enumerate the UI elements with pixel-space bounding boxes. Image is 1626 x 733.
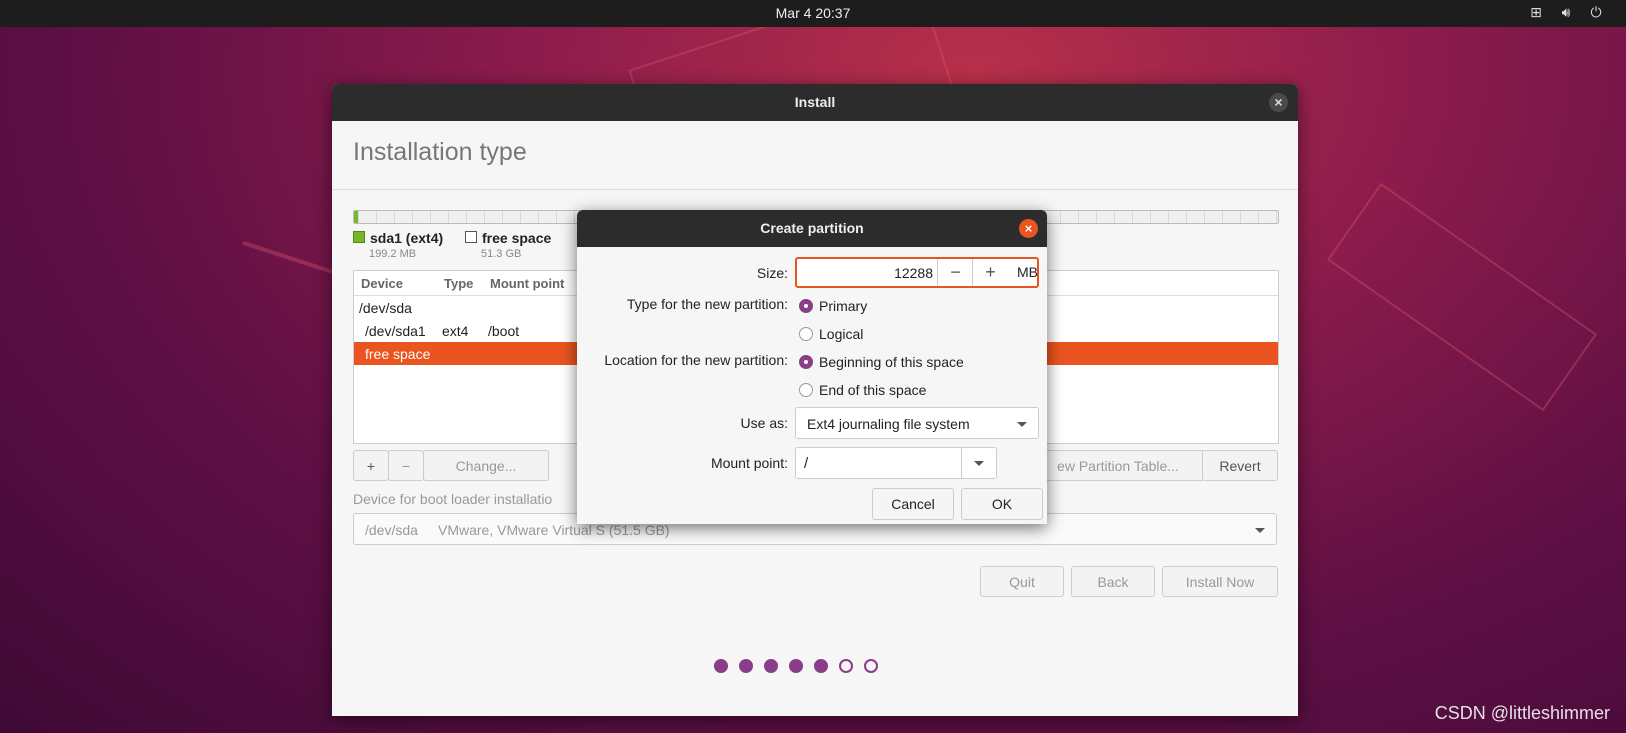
- new-partition-table-button[interactable]: ew Partition Table...: [1032, 450, 1204, 481]
- mount-point-input[interactable]: /: [804, 455, 808, 472]
- chevron-down-icon: [1017, 422, 1027, 427]
- use-as-select[interactable]: Ext4 journaling file system: [795, 407, 1039, 439]
- column-type[interactable]: Type: [444, 276, 473, 291]
- location-label: Location for the new partition:: [604, 352, 788, 368]
- legend-free-space: free space 51.3 GB: [465, 230, 551, 260]
- radio-primary[interactable]: Primary: [799, 298, 867, 314]
- size-label: Size:: [756, 265, 788, 281]
- dialog-titlebar[interactable]: Create partition ×: [577, 210, 1047, 247]
- legend-size: 51.3 GB: [481, 248, 522, 260]
- column-mount-point[interactable]: Mount point: [490, 276, 564, 291]
- radio-selected-icon[interactable]: [799, 299, 813, 313]
- row-type: ext4: [442, 323, 469, 339]
- progress-dot-filled: [739, 659, 753, 673]
- progress-dot-filled: [764, 659, 778, 673]
- size-increase-button[interactable]: +: [972, 259, 1008, 286]
- top-bar: Mar 4 20:37 ⊞ 🔊︎ ⏻: [0, 0, 1626, 27]
- radio-end[interactable]: End of this space: [799, 382, 926, 398]
- page-title: Installation type: [353, 138, 527, 166]
- watermark: CSDN @littleshimmer: [1434, 703, 1610, 723]
- use-as-label: Use as:: [740, 415, 788, 431]
- type-label: Type for the new partition:: [626, 296, 788, 312]
- window-titlebar[interactable]: Install ×: [332, 84, 1298, 121]
- revert-button[interactable]: Revert: [1202, 450, 1278, 481]
- create-partition-dialog: Create partition × Size: 12288 − + MB Ty…: [577, 210, 1047, 524]
- volume-icon[interactable]: 🔊︎: [1558, 4, 1574, 21]
- radio-label: End of this space: [819, 382, 927, 398]
- window-title: Install: [794, 94, 836, 110]
- radio-unselected-icon[interactable]: [799, 383, 813, 397]
- progress-dot-filled: [789, 659, 803, 673]
- radio-unselected-icon[interactable]: [799, 327, 813, 341]
- column-device[interactable]: Device: [361, 276, 403, 291]
- size-decrease-button[interactable]: −: [937, 259, 973, 286]
- cancel-button[interactable]: Cancel: [872, 488, 954, 520]
- radio-logical[interactable]: Logical: [799, 326, 863, 342]
- chevron-down-icon: [974, 461, 984, 466]
- install-now-button[interactable]: Install Now: [1162, 566, 1278, 597]
- mount-point-dropdown-button[interactable]: [961, 448, 996, 478]
- radio-selected-icon[interactable]: [799, 355, 813, 369]
- radio-label: Logical: [819, 326, 864, 342]
- power-icon[interactable]: ⏻: [1588, 4, 1604, 21]
- back-button[interactable]: Back: [1071, 566, 1155, 597]
- system-tray[interactable]: ⊞ 🔊︎ ⏻: [1528, 4, 1604, 21]
- add-partition-button[interactable]: +: [353, 450, 389, 481]
- clock[interactable]: Mar 4 20:37: [0, 5, 1626, 21]
- use-as-value: Ext4 journaling file system: [807, 416, 970, 432]
- progress-dot-filled: [714, 659, 728, 673]
- legend-name: sda1 (ext4): [370, 230, 444, 246]
- mount-point-label: Mount point:: [710, 455, 788, 471]
- progress-dot-empty: [839, 659, 853, 673]
- size-input[interactable]: 12288 − +: [795, 257, 1039, 288]
- mount-point-combo[interactable]: /: [795, 447, 997, 479]
- bootloader-device: /dev/sda: [365, 522, 418, 538]
- legend-swatch: [465, 231, 477, 243]
- chevron-down-icon: [1255, 528, 1265, 533]
- legend-size: 199.2 MB: [369, 248, 417, 260]
- change-partition-button[interactable]: Change...: [423, 450, 549, 481]
- close-icon[interactable]: ×: [1019, 219, 1038, 238]
- row-device: /dev/sda1: [365, 323, 426, 339]
- ok-button[interactable]: OK: [961, 488, 1043, 520]
- row-device: /dev/sda: [359, 300, 412, 316]
- radio-label: Primary: [819, 298, 868, 314]
- legend-swatch: [353, 231, 365, 243]
- progress-dots: [714, 659, 878, 673]
- legend-name: free space: [482, 230, 552, 246]
- legend-sda1: sda1 (ext4) 199.2 MB: [353, 230, 443, 260]
- bootloader-description: VMware, VMware Virtual S (51.5 GB): [438, 522, 670, 538]
- remove-partition-button[interactable]: −: [388, 450, 424, 481]
- radio-beginning[interactable]: Beginning of this space: [799, 354, 964, 370]
- size-value[interactable]: 12288: [797, 265, 933, 281]
- bootloader-label: Device for boot loader installatio: [353, 491, 553, 507]
- wallpaper-shape: [1326, 182, 1598, 412]
- close-icon[interactable]: ×: [1269, 93, 1288, 112]
- size-unit: MB: [1017, 264, 1038, 280]
- progress-dot-empty: [864, 659, 878, 673]
- radio-label: Beginning of this space: [819, 354, 964, 370]
- row-device: free space: [365, 346, 431, 362]
- progress-dot-filled: [814, 659, 828, 673]
- row-mount: /boot: [488, 323, 520, 339]
- divider: [332, 189, 1298, 190]
- dialog-title: Create partition: [760, 220, 864, 236]
- quit-button[interactable]: Quit: [980, 566, 1064, 597]
- network-icon[interactable]: ⊞: [1528, 4, 1544, 21]
